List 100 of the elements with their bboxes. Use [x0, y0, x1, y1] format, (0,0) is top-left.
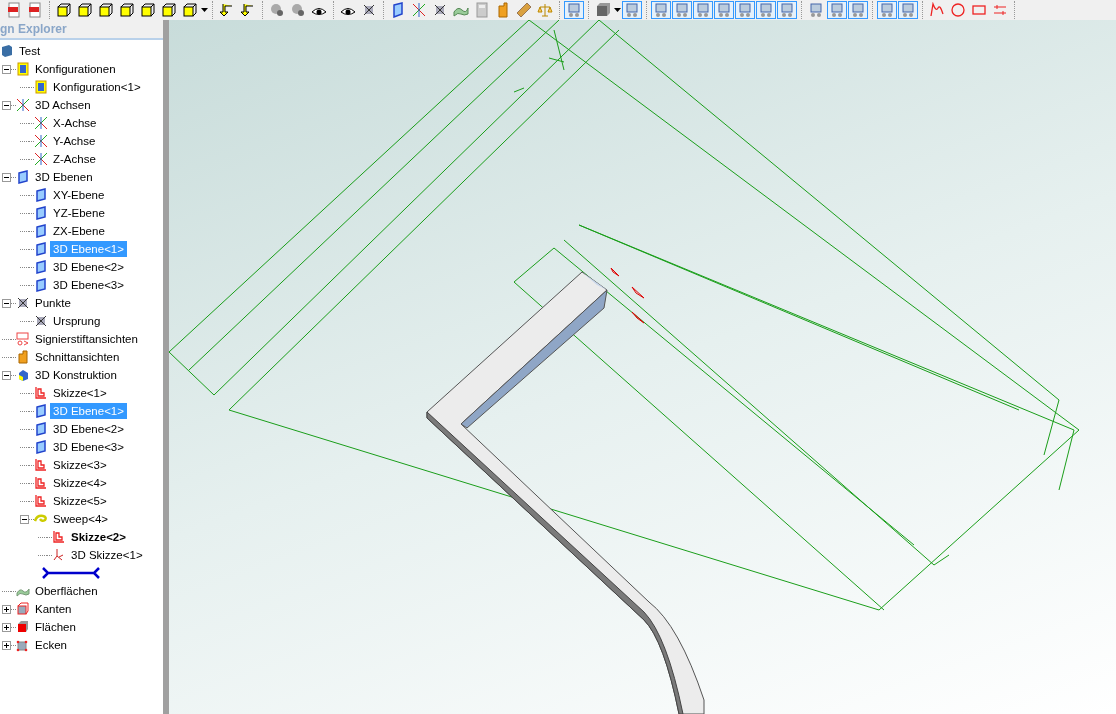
tree-item[interactable]: 3D Ebene<3> [50, 439, 127, 455]
tree-item[interactable]: Test [16, 43, 44, 59]
plane-icon [34, 260, 48, 274]
caret-icon [201, 8, 208, 12]
cube-icon [119, 2, 135, 18]
tree-item[interactable]: Skizze<2> [68, 529, 129, 545]
tool-icon [653, 2, 669, 18]
tree-item[interactable]: 3D Ebene<3> [50, 277, 127, 293]
tree-item[interactable]: Y-Achse [50, 133, 99, 149]
tree-item[interactable]: YZ-Ebene [50, 205, 108, 221]
tree-item[interactable]: Sweep<4> [50, 511, 111, 527]
tree-item[interactable]: Z-Achse [50, 151, 99, 167]
tree-item[interactable]: XY-Ebene [50, 187, 108, 203]
tree-item[interactable]: Schnittansichten [32, 349, 123, 365]
sketch-icon [34, 494, 48, 508]
markup-icon [16, 332, 30, 346]
plane-icon [34, 224, 48, 238]
circle-icon [950, 2, 966, 18]
tree-item[interactable]: 3D Skizze<1> [68, 547, 146, 563]
toolbar-button[interactable] [96, 1, 116, 19]
tree-item[interactable]: 3D Konstruktion [32, 367, 120, 383]
plane-icon [34, 242, 48, 256]
cube-icon [161, 2, 177, 18]
tree-item[interactable]: Skizze<4> [50, 475, 110, 491]
expand-toggle[interactable] [2, 640, 11, 650]
insertion-marker-icon[interactable] [42, 567, 100, 579]
point-icon [16, 296, 30, 310]
rectangle-icon [971, 2, 987, 18]
tree-item[interactable]: Konfiguration<1> [50, 79, 144, 95]
tree-item[interactable]: 3D Achsen [32, 97, 94, 113]
plane-icon [34, 188, 48, 202]
plane-icon [34, 440, 48, 454]
tree-item[interactable]: Flächen [32, 619, 79, 635]
tree-item[interactable]: Ecken [32, 637, 70, 653]
axis-icon [16, 98, 30, 112]
tool-icon [850, 2, 866, 18]
tool-icon [737, 2, 753, 18]
tree-item[interactable]: 3D Ebene<2> [50, 259, 127, 275]
tree-item[interactable]: Skizze<3> [50, 457, 110, 473]
plane-icon [34, 206, 48, 220]
plane-icon [34, 404, 48, 418]
document-icon [6, 2, 22, 18]
cube-icon [140, 2, 156, 18]
toolbar-button[interactable] [180, 1, 200, 19]
plus-icon [3, 641, 10, 649]
arrow-icon [240, 2, 256, 18]
tree-item[interactable]: Oberflächen [32, 583, 101, 599]
collapse-toggle[interactable] [2, 64, 11, 74]
plus-icon [3, 623, 10, 631]
toolbar-button[interactable] [117, 1, 137, 19]
tool-icon [779, 2, 795, 18]
expand-toggle[interactable] [2, 622, 11, 632]
part-icon [0, 44, 14, 58]
axis-icon [34, 134, 48, 148]
section-icon [495, 2, 511, 18]
tool-icon [808, 2, 824, 18]
tool-icon [758, 2, 774, 18]
spline-icon [929, 2, 945, 18]
point-icon [34, 314, 48, 328]
toolbar-button[interactable] [54, 1, 74, 19]
tree-item[interactable]: Signierstiftansichten [32, 331, 141, 347]
collapse-toggle[interactable] [2, 298, 11, 308]
toolbar-button[interactable] [75, 1, 95, 19]
collapse-toggle[interactable] [2, 172, 11, 182]
expand-toggle[interactable] [2, 604, 11, 614]
tree-item[interactable]: Kanten [32, 601, 75, 617]
tree-item[interactable]: Punkte [32, 295, 74, 311]
scales-icon [537, 2, 553, 18]
cube-icon [182, 2, 198, 18]
tree-item[interactable]: Skizze<5> [50, 493, 110, 509]
tree-item[interactable]: ZX-Ebene [50, 223, 108, 239]
tool-icon [624, 2, 640, 18]
panel-title: gn Explorer [0, 22, 67, 36]
plane-icon [34, 422, 48, 436]
collapse-toggle[interactable] [20, 514, 29, 524]
document-icon [27, 2, 43, 18]
tool-icon [879, 2, 895, 18]
toolbar-button[interactable] [138, 1, 158, 19]
sketch-3d-icon [52, 548, 66, 562]
tree-item[interactable]: Konfigurationen [32, 61, 119, 77]
collapse-toggle[interactable] [2, 370, 11, 380]
plane-icon [16, 170, 30, 184]
sketch-icon [34, 476, 48, 490]
tree-item[interactable]: 3D Ebenen [32, 169, 96, 185]
tool-icon [566, 2, 582, 18]
tree-item[interactable]: Ursprung [50, 313, 104, 329]
point-icon [432, 2, 448, 18]
arrow-icon [219, 2, 235, 18]
tool-icon [674, 2, 690, 18]
plus-icon [3, 605, 10, 613]
toolbar-button[interactable] [159, 1, 179, 19]
axis-icon [34, 152, 48, 166]
render-icon [269, 2, 285, 18]
tree-item[interactable]: Skizze<1> [50, 385, 110, 401]
cube-icon [98, 2, 114, 18]
tree-item[interactable]: X-Achse [50, 115, 100, 131]
configuration-icon [16, 62, 30, 76]
tree-item[interactable]: 3D Ebene<2> [50, 421, 127, 437]
collapse-toggle[interactable] [2, 100, 11, 110]
tool-icon [695, 2, 711, 18]
